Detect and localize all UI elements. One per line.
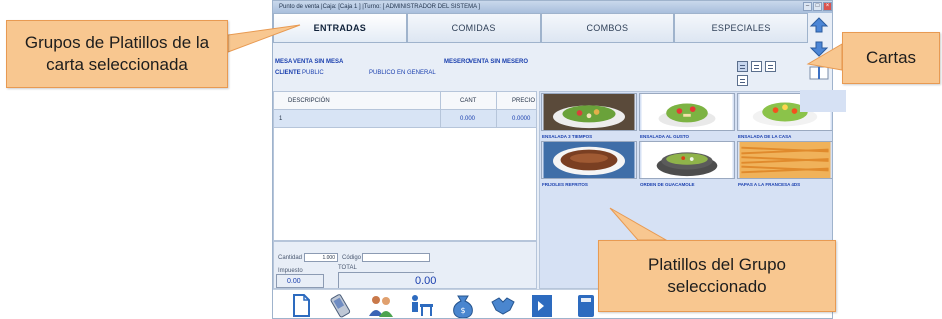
codigo-field[interactable] [362,253,430,262]
col-cant: CANT [460,98,477,104]
col-precio: PRECIO [512,98,536,104]
mesa-value[interactable]: VENTA SIN MESA [293,59,343,65]
tab-entradas[interactable]: ENTRADAS [273,13,407,43]
dish-name: FRIJOLES REFRITOS [542,182,588,187]
screenshot-stage: Punto de venta |Caja: [Caja 1 ] |Turno: … [0,0,942,319]
dish-card[interactable]: FRIJOLES REFRITOS [541,141,637,189]
papas-image [737,141,832,179]
menu-cards-column [806,13,832,93]
cantidad-value: 1.000 [322,255,335,261]
salad-gusto-image [639,93,735,131]
grid-divider [440,92,441,128]
guacamole-image [639,141,735,179]
menu-card-icon[interactable] [808,64,830,82]
callout-cartas-text: Cartas [865,48,917,67]
order-info: MESA VENTA SIN MESA MESERO VENTA SIN MES… [273,45,808,91]
order-grid: DESCRIPCIÓN CANT PRECIO 1 0.000 0.0000 [273,91,537,241]
dish-name: ORDEN DE GUACAMOLE [640,182,695,187]
total-value: 0.00 [415,275,437,287]
svg-text:$: $ [460,306,465,315]
scroll-down-icon[interactable] [808,40,830,58]
window-title: Punto de venta |Caja: [Caja 1 ] |Turno: … [279,4,481,10]
dish-card[interactable]: ORDEN DE GUACAMOLE [639,141,735,189]
cantidad-label: Cantidad [278,255,303,261]
callout-platillos: Platillos del Grupo seleccionado [598,240,836,312]
dish-name: ENSALADA DE LA CASA [738,134,792,139]
tab-comidas[interactable]: COMIDAS [406,13,541,43]
waiter-table-icon[interactable] [407,292,435,319]
users-icon[interactable] [367,292,395,319]
maximize-button[interactable]: □ [813,2,822,11]
dish-card[interactable]: ENSALADA AL GUSTO [639,93,735,141]
dish-card[interactable]: ENSALADA 3 TIEMPOS [541,93,637,141]
salad-tiempos-image [541,93,637,131]
mesa-label: MESA [275,59,293,65]
phone-icon[interactable] [327,292,355,319]
cliente-name: PUBLICO EN GENERAL [369,70,436,76]
exit-icon[interactable] [529,292,557,319]
row-index: 1 [279,116,283,122]
codigo-label: Código [342,255,362,261]
money-bag-icon[interactable]: $ [449,292,477,319]
callout-platillos-text: Platillos del Grupo seleccionado [648,255,786,296]
dish-name: ENSALADA AL GUSTO [640,134,690,139]
handshake-icon[interactable] [489,292,517,319]
entry-panel: Cantidad 1.000 Código Impuesto TOTAL 0.0… [273,241,537,289]
view-details-icon[interactable] [737,75,748,86]
cantidad-field[interactable]: 1.000 [304,253,338,262]
impuesto-box: 0.00 [276,274,324,288]
frijoles-image [541,141,637,179]
view-grid-large-icon[interactable] [737,61,748,72]
cliente-label: CLIENTE [275,70,301,76]
dish-card[interactable]: PAPAS A LA FRANCESA 4DS [737,141,832,189]
row-qty: 0.000 [460,116,476,122]
scroll-up-icon[interactable] [808,16,830,34]
group-tabs: ENTRADAS COMIDAS COMBOS ESPECIALES [273,13,808,43]
mesero-value[interactable]: VENTA SIN MESERO [469,59,528,65]
mesero-label: MESERO [444,59,471,65]
impuesto-value: 0.00 [287,278,301,285]
dish-name: ENSALADA 3 TIEMPOS [542,134,593,139]
dish-name: PAPAS A LA FRANCESA 4DS [738,182,801,187]
view-list-icon[interactable] [765,61,776,72]
new-document-icon[interactable] [287,292,315,319]
calculator-icon[interactable] [573,292,601,319]
total-box: 0.00 [338,272,437,288]
view-mode-buttons [731,59,791,89]
close-button[interactable]: × [823,2,832,11]
window-controls: – □ × [803,2,832,11]
minimize-button[interactable]: – [803,2,812,11]
tab-especiales[interactable]: ESPECIALES [674,13,808,43]
cards-panel-fragment [800,90,846,112]
cliente-code[interactable]: PUBLIC [302,70,324,76]
window-titlebar: Punto de venta |Caja: [Caja 1 ] |Turno: … [273,1,832,13]
tab-combos[interactable]: COMBOS [540,13,675,43]
grid-divider [496,92,497,128]
callout-cartas: Cartas [842,32,940,84]
callout-grupos: Grupos de Platillos de la carta seleccio… [6,20,228,88]
row-price: 0.0000 [512,116,531,122]
view-grid-medium-icon[interactable] [751,61,762,72]
col-descripcion: DESCRIPCIÓN [288,98,330,104]
total-label: TOTAL [338,265,357,271]
callout-grupos-text: Grupos de Platillos de la carta seleccio… [24,33,210,74]
